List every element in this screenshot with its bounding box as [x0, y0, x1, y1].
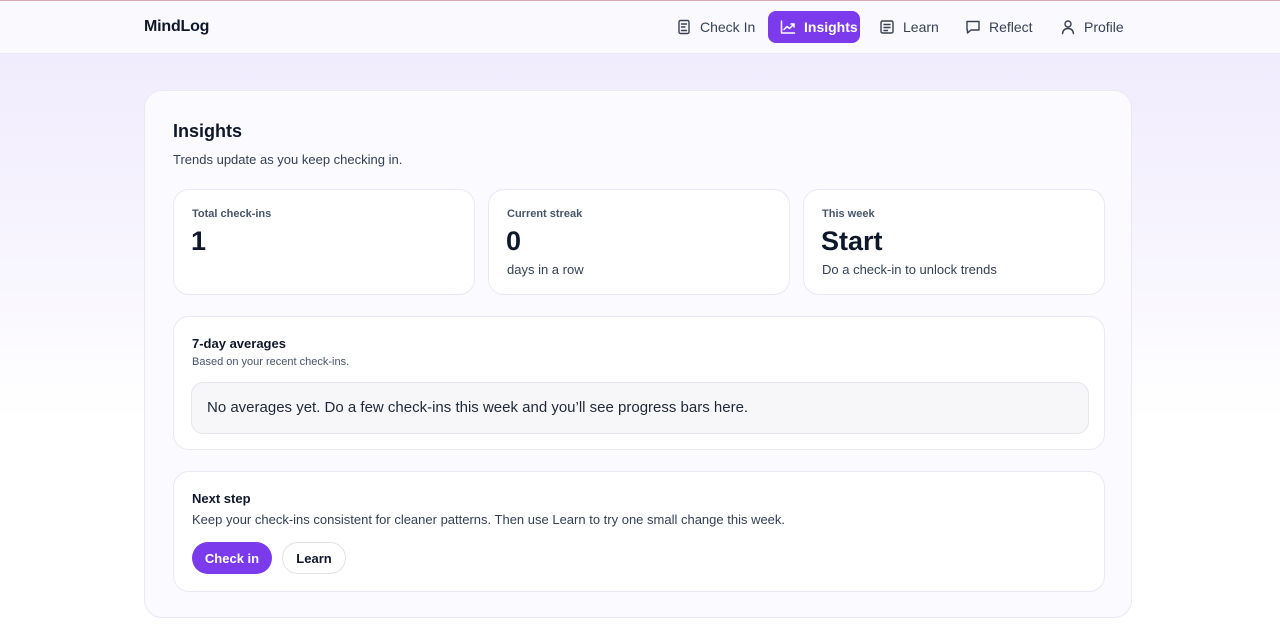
user-icon — [1060, 19, 1076, 35]
stat-card-current-streak: Current streak 0 days in a row — [488, 189, 790, 295]
stat-sub: Do a check-in to unlock trends — [822, 262, 997, 277]
nav-item-label: Learn — [903, 19, 939, 35]
stat-value: Start — [821, 226, 883, 256]
next-step-title: Next step — [192, 491, 251, 506]
stat-label: This week — [822, 208, 875, 220]
nav-item-insights[interactable]: Insights — [768, 11, 860, 43]
averages-card: 7-day averages Based on your recent chec… — [173, 316, 1105, 450]
nav-item-label: Check In — [700, 19, 756, 35]
check-in-button[interactable]: Check in — [192, 542, 272, 574]
line-chart-icon — [780, 19, 796, 35]
next-step-card: Next step Keep your check-ins consistent… — [173, 471, 1105, 592]
chat-bubble-icon — [965, 19, 981, 35]
next-step-text: Keep your check-ins consistent for clean… — [192, 512, 786, 527]
page-title: Insights — [173, 121, 243, 141]
book-icon — [879, 19, 895, 35]
nav-item-label: Profile — [1084, 19, 1124, 35]
nav-item-profile[interactable]: Profile — [1050, 11, 1134, 43]
page-subtitle: Trends update as you keep checking in. — [173, 152, 403, 167]
averages-subtitle: Based on your recent check-ins. — [192, 356, 350, 368]
nav-item-label: Reflect — [989, 19, 1033, 35]
learn-button[interactable]: Learn — [282, 542, 346, 574]
top-navbar: MindLog Check In Insights Learn Reflect … — [0, 1, 1280, 54]
averages-title: 7-day averages — [192, 336, 286, 351]
insights-panel: Insights Trends update as you keep check… — [144, 90, 1132, 618]
notebook-icon — [676, 19, 692, 35]
stat-card-total-check-ins: Total check-ins 1 — [173, 189, 475, 295]
app-logo[interactable]: MindLog — [144, 18, 209, 36]
stat-label: Current streak — [507, 208, 583, 220]
stat-value: 0 — [506, 226, 522, 256]
nav-item-learn[interactable]: Learn — [869, 11, 949, 43]
nav-item-check-in[interactable]: Check In — [666, 11, 765, 43]
stat-sub: days in a row — [507, 262, 584, 277]
stat-card-this-week: This week Start Do a check-in to unlock … — [803, 189, 1105, 295]
nav-item-label: Insights — [804, 19, 858, 35]
averages-empty-state: No averages yet. Do a few check-ins this… — [191, 382, 1089, 434]
stat-value: 1 — [191, 226, 207, 256]
stat-label: Total check-ins — [192, 208, 272, 220]
nav-item-reflect[interactable]: Reflect — [955, 11, 1043, 43]
